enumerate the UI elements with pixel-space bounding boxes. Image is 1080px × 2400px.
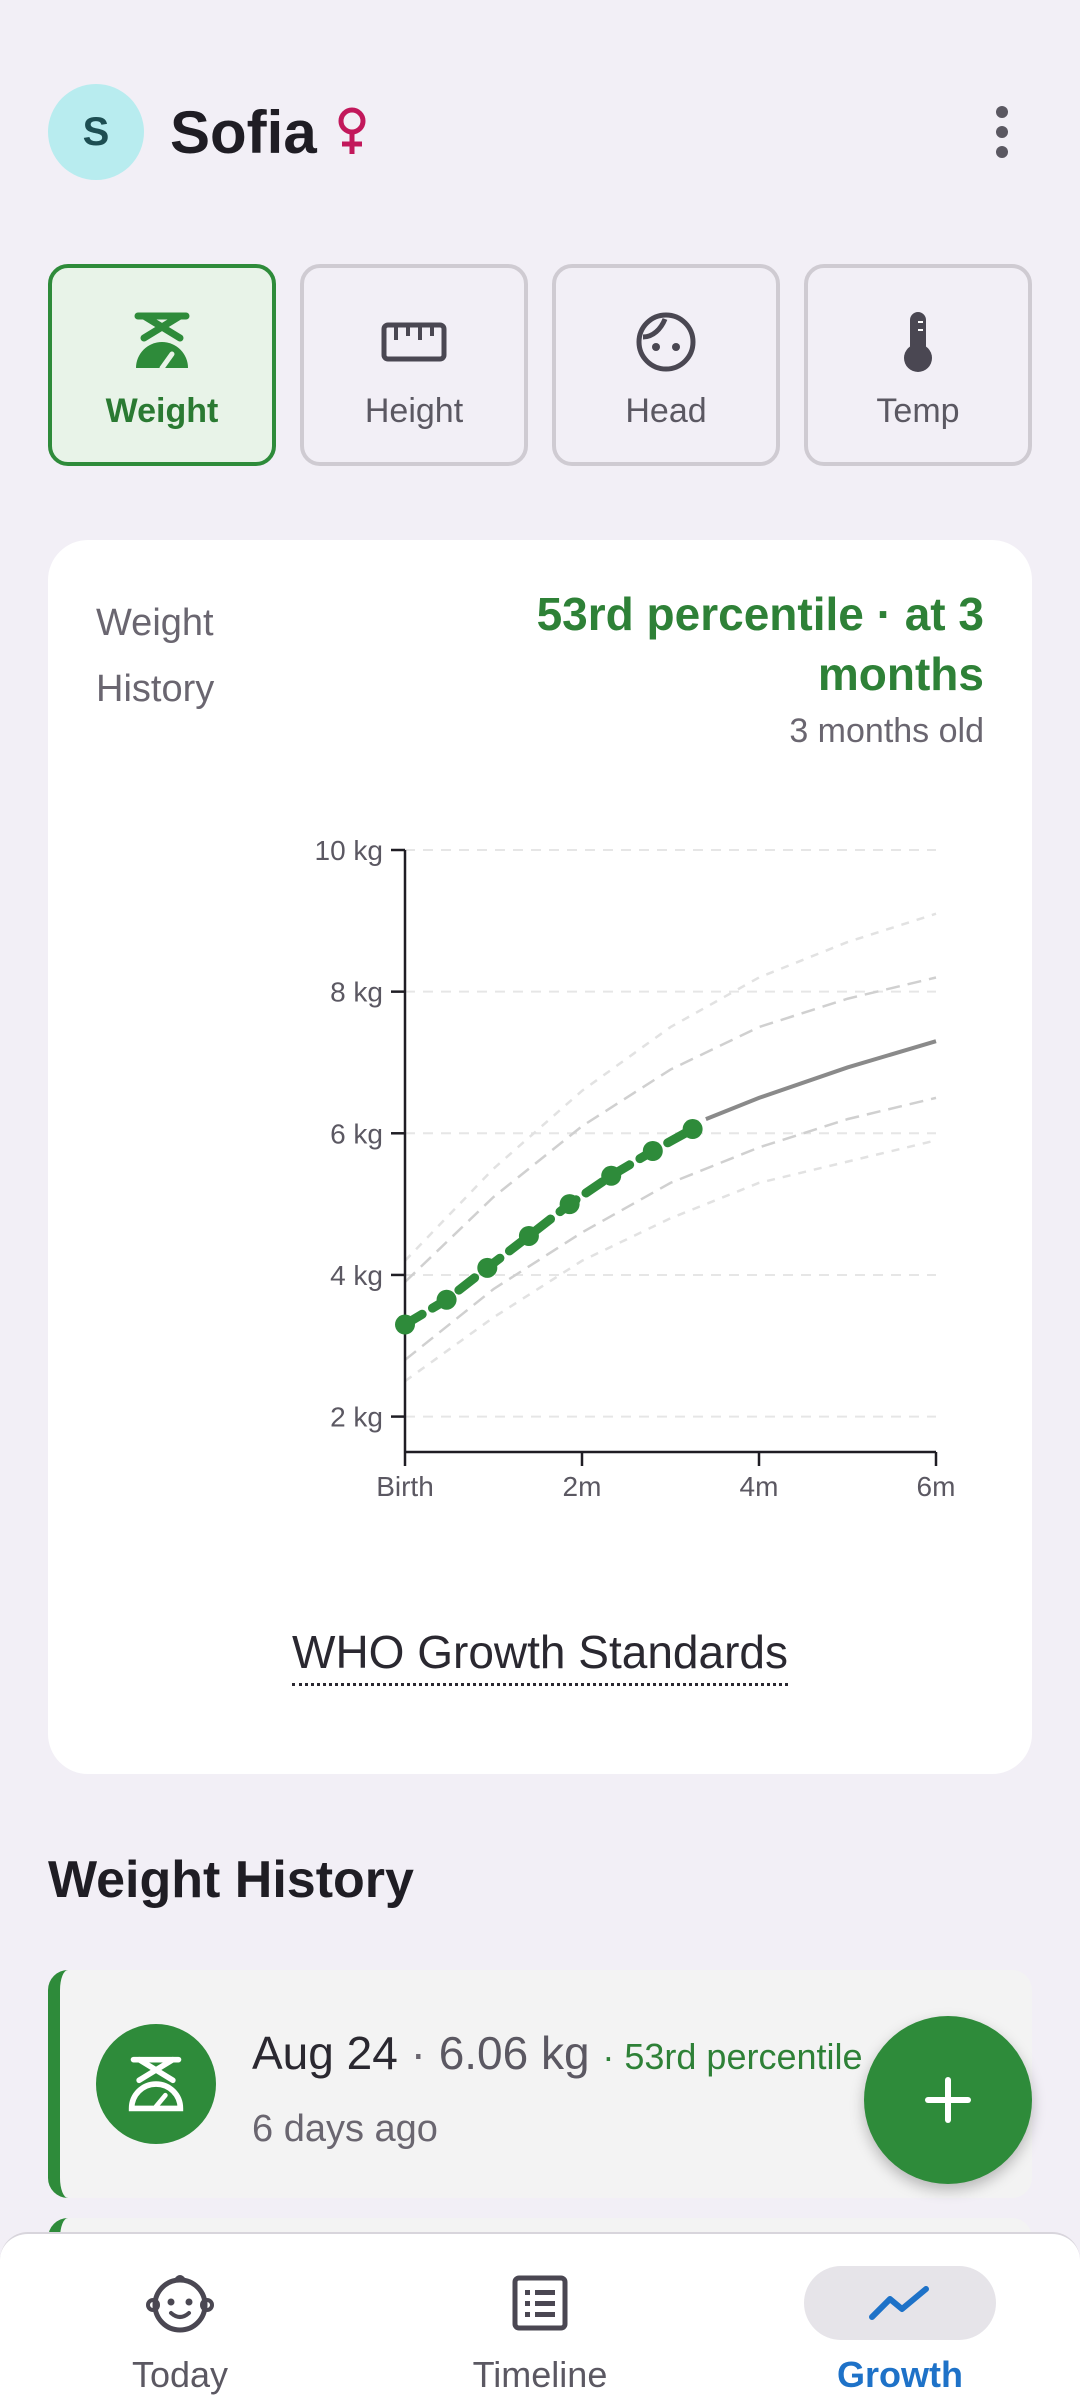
separator: · <box>602 2036 625 2077</box>
nav-label: Today <box>131 2354 229 2395</box>
who-standards-link[interactable]: WHO Growth Standards <box>292 1626 788 1686</box>
child-name: Sofia <box>170 98 317 166</box>
measurement-point <box>642 1141 663 1161</box>
measurement-point <box>436 1289 457 1310</box>
metric-temp-button[interactable]: Temp <box>804 264 1032 466</box>
entry-relative-time: 6 days ago <box>252 2108 438 2150</box>
entry-value: 6.06 kg <box>438 2027 590 2079</box>
profile-header: S Sofia <box>48 84 1032 180</box>
female-gender-icon <box>335 106 369 158</box>
x-tick-label: Birth <box>376 1471 434 1502</box>
separator: · <box>410 2027 439 2079</box>
history-entry-summary: Aug 24 · 6.06 kg · 53rd percentile <box>252 2026 863 2080</box>
y-tick-label: 4 kg <box>330 1260 383 1291</box>
list-icon <box>444 2266 636 2340</box>
metric-label: Height <box>364 392 464 430</box>
y-tick-label: 2 kg <box>330 1402 383 1433</box>
scale-icon <box>96 2024 216 2144</box>
measurement-point <box>559 1194 580 1215</box>
metric-weight-button[interactable]: Weight <box>48 264 276 466</box>
who-standards-link-wrap: WHO Growth Standards <box>48 1626 1032 1686</box>
y-tick-label: 8 kg <box>330 977 383 1008</box>
avatar[interactable]: S <box>48 84 144 180</box>
face-icon <box>630 306 702 378</box>
metric-selector: Weight Height Head Temp <box>48 264 1032 466</box>
add-entry-fab[interactable] <box>864 2016 1032 2184</box>
measurement-point <box>477 1257 498 1278</box>
history-section-title: Weight History <box>48 1851 414 1909</box>
entry-percentile: 53rd percentile <box>624 2036 863 2077</box>
measurement-point <box>601 1165 622 1186</box>
measurement-point <box>518 1225 539 1246</box>
x-tick-label: 4m <box>740 1471 779 1502</box>
thermometer-icon <box>882 306 954 378</box>
nav-timeline[interactable]: Timeline <box>360 2234 720 2400</box>
metric-label: Temp <box>876 392 960 430</box>
metric-label: Weight <box>105 392 219 430</box>
bottom-navigation: Today Timeline Growth <box>0 2232 1080 2400</box>
ruler-icon <box>378 306 450 378</box>
x-tick-label: 6m <box>917 1471 956 1502</box>
plus-icon <box>925 2077 971 2123</box>
percentile-curve <box>404 976 937 1283</box>
nav-growth[interactable]: Growth <box>720 2234 1080 2400</box>
scale-icon <box>126 306 198 378</box>
nav-label: Growth <box>837 2354 963 2395</box>
measurement-point <box>682 1119 703 1140</box>
percentile-curve <box>404 912 937 1262</box>
metric-head-button[interactable]: Head <box>552 264 780 466</box>
growth-chart-card: Weight History 53rd percentile · at 3 mo… <box>48 540 1032 1774</box>
y-tick-label: 6 kg <box>330 1118 383 1149</box>
overflow-menu-button[interactable] <box>972 84 1032 180</box>
x-tick-label: 2m <box>563 1471 602 1502</box>
metric-label: Head <box>625 392 707 430</box>
entry-date: Aug 24 <box>252 2027 398 2079</box>
trend-icon <box>804 2266 996 2340</box>
metric-height-button[interactable]: Height <box>300 264 528 466</box>
measurement-point <box>395 1314 415 1335</box>
growth-chart: 2 kg 4 kg 6 kg 8 kg 10 kg Birth 2m 4m 6m <box>315 835 956 1502</box>
nav-label: Timeline <box>472 2354 608 2395</box>
nav-today[interactable]: Today <box>0 2234 360 2400</box>
baby-face-icon <box>84 2266 276 2340</box>
more-vertical-icon <box>996 106 1008 158</box>
y-tick-label: 10 kg <box>315 835 384 866</box>
